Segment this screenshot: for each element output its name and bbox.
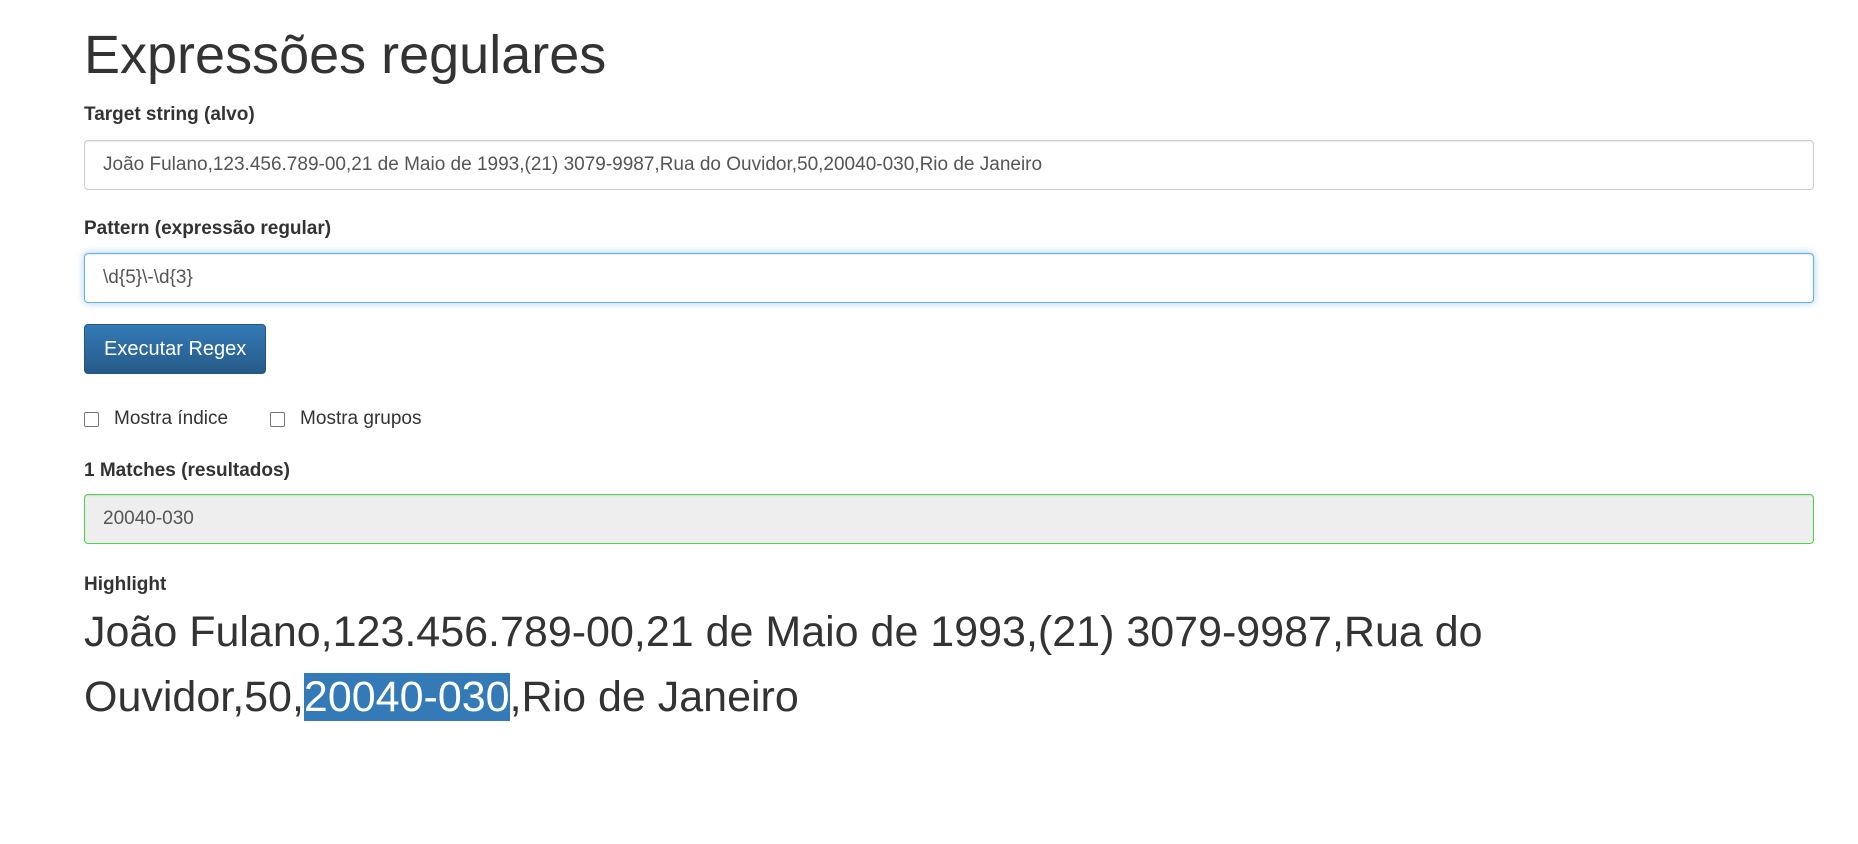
pattern-input[interactable] [84,253,1814,303]
matches-label: 1 Matches (resultados) [84,460,290,481]
highlight-match: 20040-030 [303,673,510,721]
target-string-input[interactable] [84,140,1814,190]
show-index-label: Mostra índice [114,408,229,429]
page-title: Expressões regulares [84,25,607,85]
show-groups-label: Mostra grupos [300,408,422,429]
options-row: Mostra índice Mostra grupos [84,408,464,430]
pattern-label: Pattern (expressão regular) [84,218,332,239]
show-index-checkbox[interactable] [84,411,99,427]
target-string-label: Target string (alvo) [84,104,255,125]
highlight-label: Highlight [84,574,167,595]
matches-output [84,494,1814,544]
show-index-option[interactable]: Mostra índice [84,408,228,430]
show-groups-checkbox[interactable] [270,411,286,427]
execute-regex-button[interactable]: Executar Regex [84,324,267,374]
highlight-text-after: ,Rio de Janeiro [509,673,799,721]
show-groups-option[interactable]: Mostra grupos [270,408,422,430]
highlight-output: João Fulano,123.456.789-00,21 de Maio de… [84,600,1684,730]
